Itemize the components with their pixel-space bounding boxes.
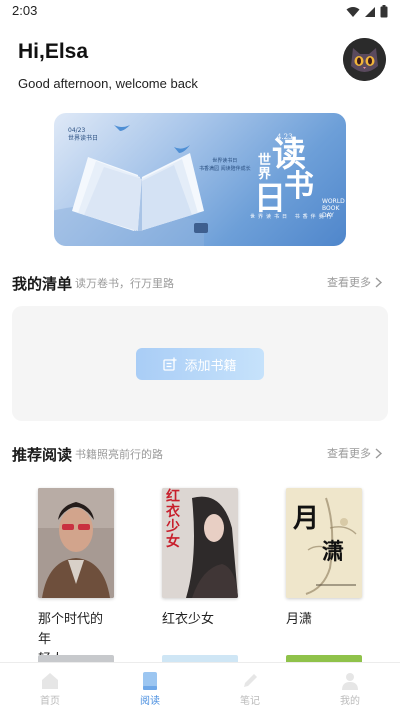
book-cover: 红衣少女 bbox=[162, 488, 238, 598]
greeting-title: Hi,Elsa bbox=[18, 40, 89, 63]
bottom-tab-bar: 首页 阅读 笔记 我的 bbox=[0, 662, 400, 712]
user-icon bbox=[342, 673, 358, 690]
see-more-label: 查看更多 bbox=[327, 447, 371, 460]
banner-caption: 世界读书日 书香满园 阅读陪伴成长 bbox=[199, 158, 251, 172]
book-title: 月潇 bbox=[286, 612, 313, 627]
welcome-text: Good afternoon, welcome back bbox=[18, 76, 198, 91]
my-list-title: 我的清单 bbox=[12, 275, 73, 293]
banner-date: 04/23 世界读书日 bbox=[68, 127, 99, 142]
cat-avatar-icon bbox=[343, 38, 386, 81]
portrait-cover-image bbox=[38, 488, 114, 598]
see-more-label: 查看更多 bbox=[327, 276, 371, 289]
status-time: 2:03 bbox=[12, 3, 38, 18]
book-title: 红衣少女 bbox=[162, 612, 215, 627]
my-list-subtitle: 读万卷书，行万里路 bbox=[75, 277, 174, 290]
tab-read[interactable]: 阅读 bbox=[100, 663, 200, 712]
battery-icon bbox=[380, 5, 388, 18]
add-book-label: 添加书籍 bbox=[184, 358, 237, 374]
tab-notes[interactable]: 笔记 bbox=[200, 663, 300, 712]
book-item[interactable]: 月 潇 月潇 bbox=[286, 488, 362, 630]
add-book-button[interactable]: 添加书籍 bbox=[136, 348, 264, 380]
recommended-see-more[interactable]: 查看更多 bbox=[327, 445, 382, 461]
tab-label: 阅读 bbox=[140, 696, 160, 707]
book-item[interactable]: 那个时代的年轻人 bbox=[38, 488, 114, 670]
promo-banner[interactable]: 04/23 世界读书日 世界读书日 书香满园 阅读陪伴成长 4.23 世 界 读 日… bbox=[54, 113, 346, 246]
book-icon bbox=[143, 672, 157, 690]
avatar[interactable] bbox=[343, 38, 386, 81]
book-item[interactable]: 红衣少女 红衣少女 bbox=[162, 488, 238, 630]
tab-label: 我的 bbox=[340, 696, 360, 707]
home-icon bbox=[42, 673, 58, 689]
book-cover: 月 潇 bbox=[286, 488, 362, 598]
tab-profile[interactable]: 我的 bbox=[300, 663, 400, 712]
book-cover-text: 红衣少女 bbox=[166, 489, 180, 550]
recommended-subtitle: 书籍照亮前行的路 bbox=[75, 448, 163, 461]
chevron-right-icon bbox=[375, 276, 382, 288]
status-bar: 2:03 bbox=[0, 0, 400, 24]
book-cover-char: 月 bbox=[293, 504, 320, 534]
tab-home[interactable]: 首页 bbox=[0, 663, 100, 712]
tab-label: 笔记 bbox=[240, 696, 260, 707]
recommended-title: 推荐阅读 bbox=[12, 446, 73, 464]
my-list-see-more[interactable]: 查看更多 bbox=[327, 274, 382, 290]
signal-icon bbox=[365, 6, 375, 17]
pen-icon bbox=[244, 674, 257, 687]
status-icons bbox=[346, 5, 388, 18]
chevron-right-icon bbox=[375, 447, 382, 459]
wifi-icon bbox=[346, 6, 360, 17]
add-list-icon bbox=[163, 357, 177, 371]
banner-bottom-line: 世界读书日 书香伴我行 bbox=[250, 214, 335, 220]
book-cover-char: 潇 bbox=[322, 539, 345, 565]
tab-label: 首页 bbox=[40, 696, 60, 707]
banner-char-shu: 书 bbox=[284, 169, 314, 204]
book-cover bbox=[38, 488, 114, 598]
